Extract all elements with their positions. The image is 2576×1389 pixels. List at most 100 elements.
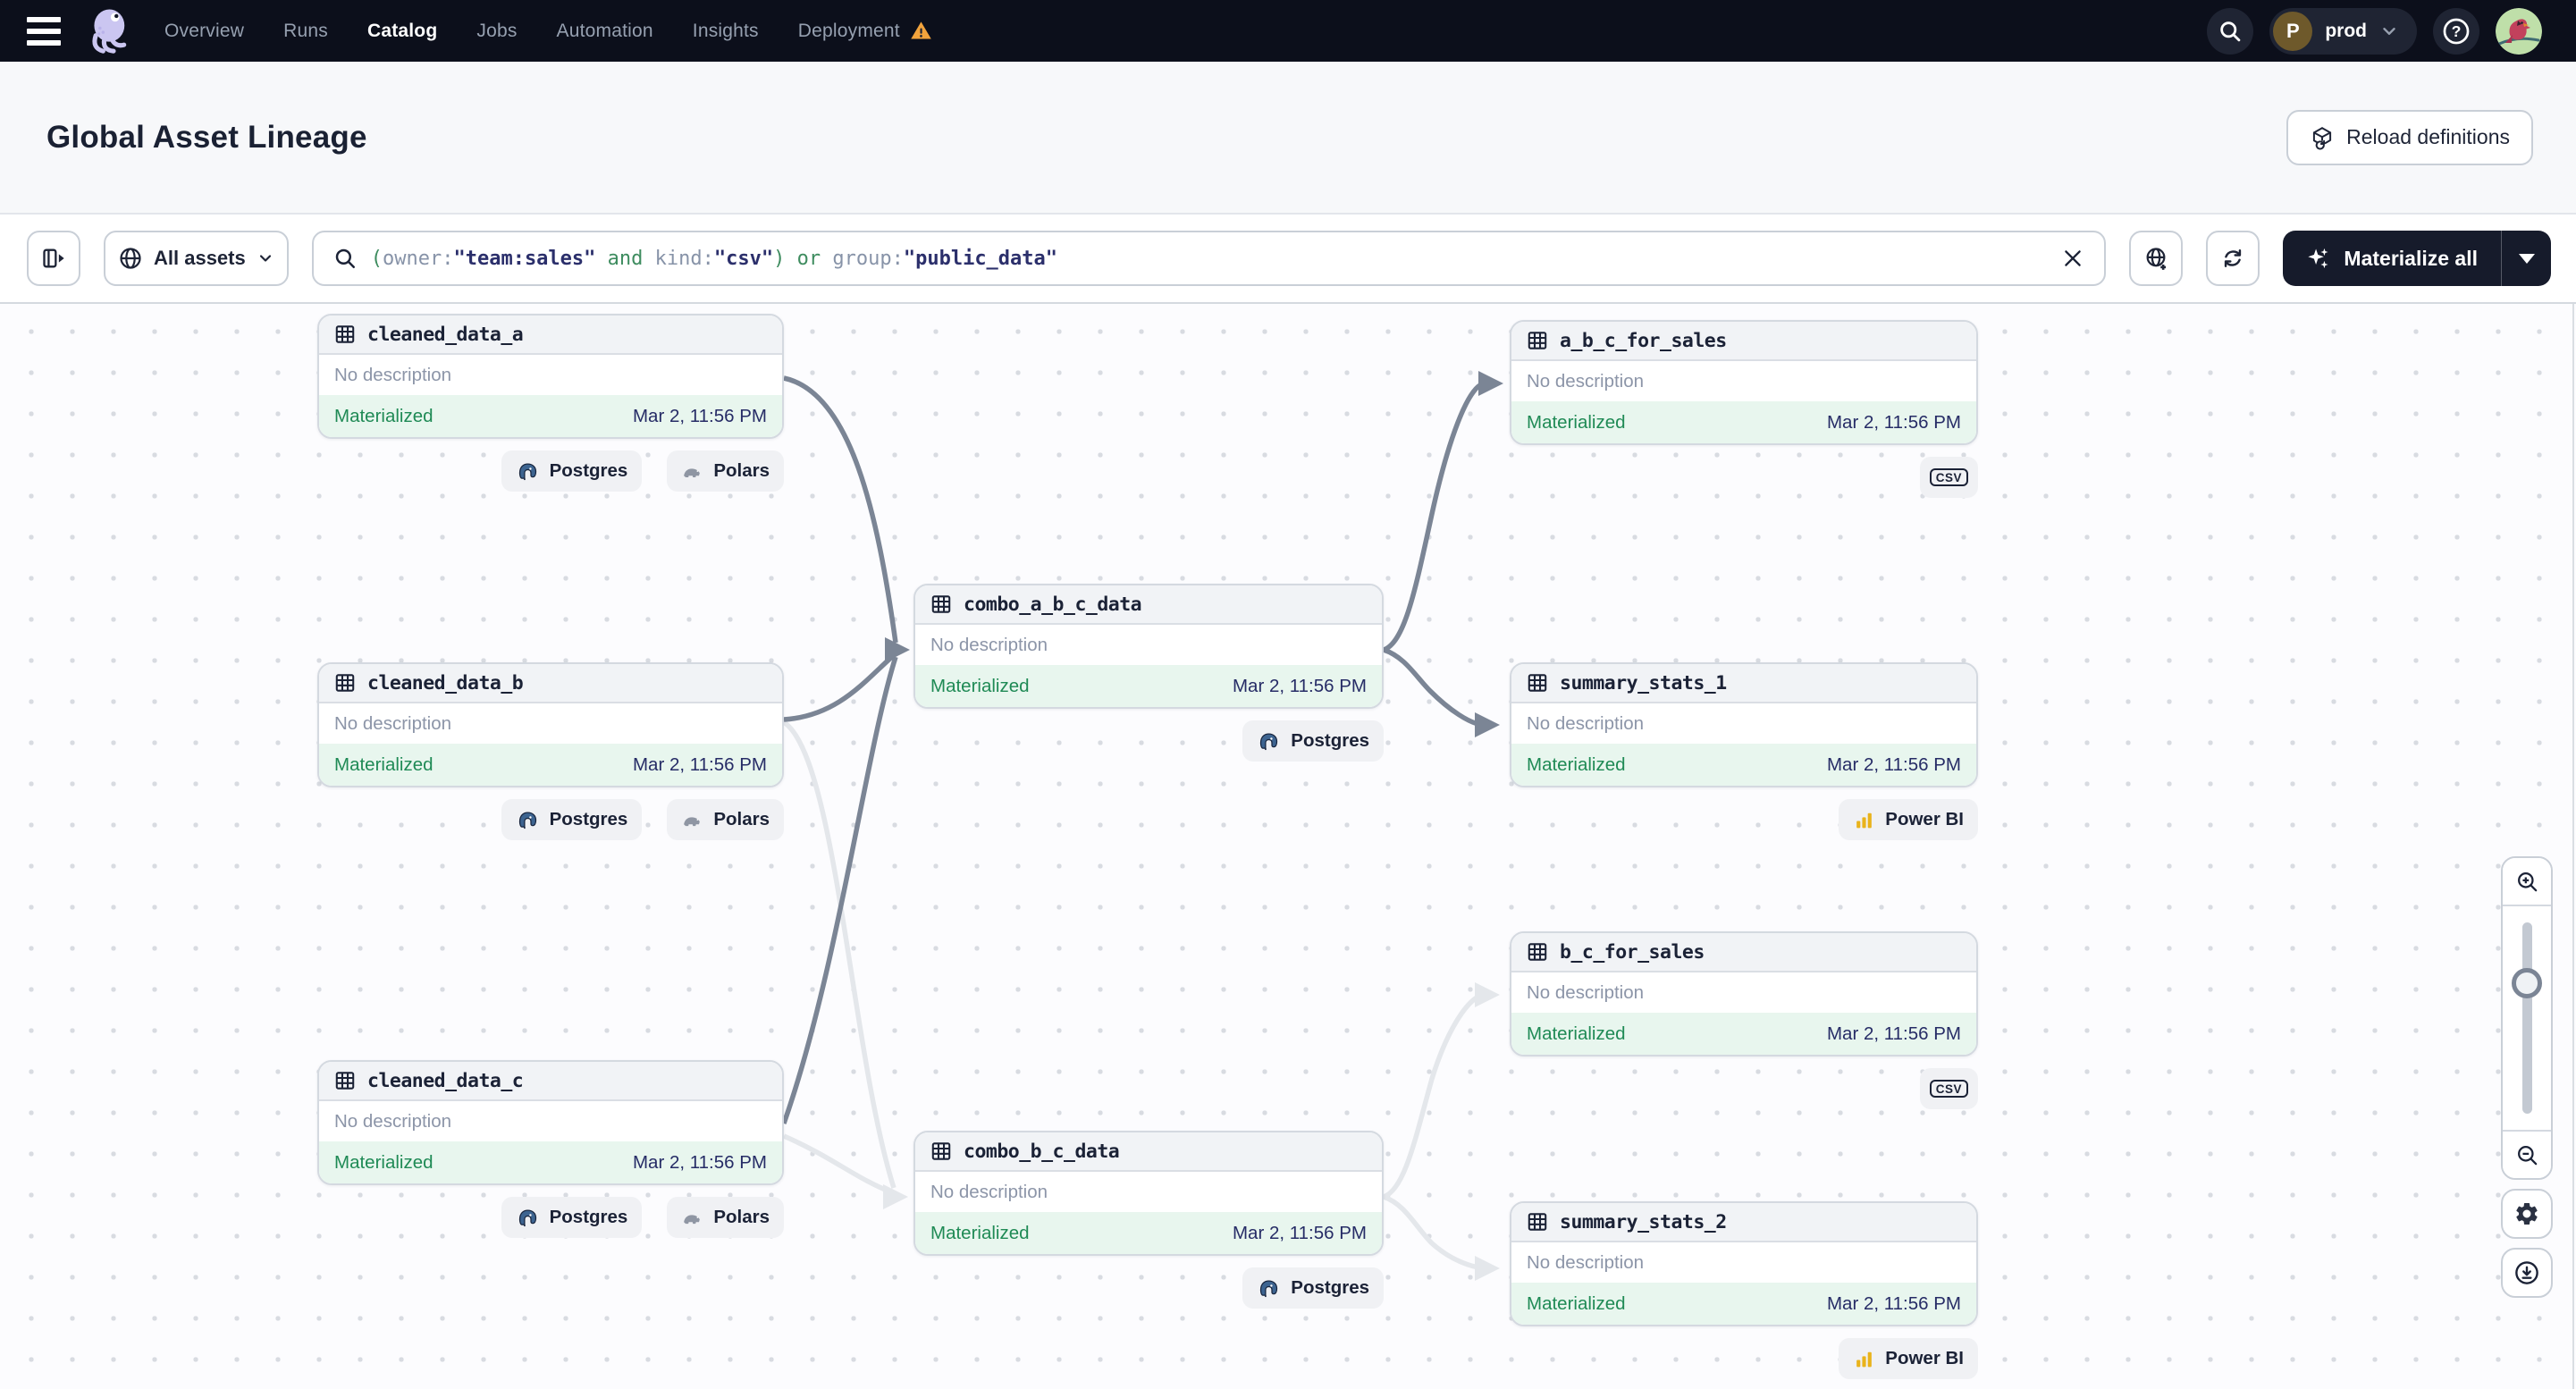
asset-name: cleaned_data_c	[367, 1069, 524, 1092]
warning-icon	[911, 21, 931, 39]
nav-item-jobs[interactable]: Jobs	[476, 21, 517, 42]
tag-polars[interactable]: Polars	[667, 1197, 784, 1238]
zoom-slider[interactable]	[2503, 906, 2551, 1130]
page-header: Global Asset Lineage Reload definitions	[0, 62, 2576, 215]
table-icon	[335, 674, 355, 692]
nav-item-runs[interactable]: Runs	[283, 21, 328, 42]
tag-postgres[interactable]: Postgres	[1242, 1267, 1384, 1309]
reload-definitions-button[interactable]: Reload definitions	[2286, 109, 2533, 165]
asset-timestamp[interactable]: Mar 2, 11:56 PM	[633, 754, 767, 776]
sidebar-toggle-button[interactable]	[27, 231, 80, 286]
tag-postgres[interactable]: Postgres	[501, 799, 643, 840]
download-icon	[2515, 1261, 2538, 1284]
tag-postgres[interactable]: Postgres	[501, 450, 643, 492]
asset-name: summary_stats_1	[1560, 671, 1727, 694]
csv-badge: CSV	[1929, 1079, 1968, 1099]
nav-item-catalog[interactable]: Catalog	[367, 21, 437, 42]
search-button[interactable]	[2207, 7, 2254, 55]
asset-status-row: Materialized Mar 2, 11:56 PM	[1511, 744, 1976, 786]
search-icon	[335, 248, 355, 268]
search-query-text: (owner:"team:sales" and kind:"csv") or g…	[370, 247, 1058, 270]
tag-csv[interactable]: CSV	[1919, 457, 1978, 498]
zoom-slider-thumb[interactable]	[2512, 968, 2542, 998]
asset-name: a_b_c_for_sales	[1560, 329, 1727, 352]
asset-scope-dropdown[interactable]: All assets	[104, 231, 289, 286]
arrowhead-combo_b_c_data	[883, 1184, 908, 1209]
asset-description: No description	[930, 1181, 1048, 1202]
tag-polars[interactable]: Polars	[667, 450, 784, 492]
refresh-button[interactable]	[2206, 231, 2260, 286]
nav-item-overview[interactable]: Overview	[164, 21, 244, 42]
caret-down-icon	[2518, 253, 2535, 264]
asset-search-input[interactable]: (owner:"team:sales" and kind:"csv") or g…	[311, 231, 2107, 286]
asset-timestamp[interactable]: Mar 2, 11:56 PM	[1233, 676, 1367, 697]
user-avatar[interactable]	[2496, 7, 2542, 55]
csv-badge: CSV	[1929, 467, 1968, 487]
polars-icon	[684, 816, 701, 826]
asset-node-cleaned_data_b[interactable]: cleaned_data_b No description Materializ…	[317, 662, 784, 787]
dagster-logo[interactable]	[82, 6, 132, 56]
nav-right: P prod ?	[2207, 7, 2542, 55]
tag-row-cleaned_data_b: Postgres Polars	[317, 799, 784, 840]
asset-timestamp[interactable]: Mar 2, 11:56 PM	[633, 1152, 767, 1174]
powerbi-icon	[1856, 1351, 1873, 1367]
asset-status: Materialized	[334, 405, 434, 426]
materialize-options-button[interactable]	[2501, 231, 2551, 286]
arrowhead-summary_stats_2	[1475, 1256, 1500, 1281]
nav-item-insights[interactable]: Insights	[693, 21, 759, 42]
asset-node-header: b_c_for_sales	[1511, 933, 1976, 972]
asset-node-cleaned_data_a[interactable]: cleaned_data_a No description Materializ…	[317, 314, 784, 439]
asset-name: b_c_for_sales	[1560, 940, 1705, 964]
svg-text:?: ?	[2452, 22, 2462, 40]
chevron-down-icon	[259, 255, 271, 262]
asset-timestamp[interactable]: Mar 2, 11:56 PM	[1233, 1223, 1367, 1244]
lineage-scope-button[interactable]	[2129, 231, 2184, 286]
search-icon	[2220, 21, 2241, 41]
tag-postgres[interactable]: Postgres	[1242, 720, 1384, 762]
asset-timestamp[interactable]: Mar 2, 11:56 PM	[1827, 412, 1961, 434]
workspace-avatar: P	[2273, 11, 2313, 51]
download-button[interactable]	[2501, 1248, 2553, 1298]
tag-csv[interactable]: CSV	[1919, 1068, 1978, 1109]
asset-timestamp[interactable]: Mar 2, 11:56 PM	[1827, 754, 1961, 776]
sparkles-icon	[2308, 248, 2328, 269]
asset-node-summary_stats_2[interactable]: summary_stats_2 No description Materiali…	[1510, 1201, 1978, 1326]
asset-timestamp[interactable]: Mar 2, 11:56 PM	[633, 406, 767, 427]
zoom-in-button[interactable]	[2503, 858, 2551, 906]
arrowhead-b_c_for_sales	[1475, 982, 1500, 1007]
settings-button[interactable]	[2501, 1189, 2553, 1239]
asset-node-header: combo_b_c_data	[915, 1132, 1382, 1172]
asset-node-a_b_c_for_sales[interactable]: a_b_c_for_sales No description Materiali…	[1510, 320, 1978, 445]
asset-description: No description	[1527, 1251, 1645, 1273]
workspace-switcher[interactable]: P prod	[2269, 7, 2417, 55]
asset-node-summary_stats_1[interactable]: summary_stats_1 No description Materiali…	[1510, 662, 1978, 787]
asset-timestamp[interactable]: Mar 2, 11:56 PM	[1827, 1023, 1961, 1045]
asset-node-b_c_for_sales[interactable]: b_c_for_sales No description Materialize…	[1510, 931, 1978, 1056]
asset-status-row: Materialized Mar 2, 11:56 PM	[319, 1141, 782, 1183]
tag-polars[interactable]: Polars	[667, 799, 784, 840]
zoom-in-icon	[2517, 871, 2537, 891]
nav-item-deployment[interactable]: Deployment	[798, 19, 933, 43]
asset-node-combo_a_b_c_data[interactable]: combo_a_b_c_data No description Material…	[913, 584, 1384, 709]
tag-label: Postgres	[1291, 730, 1369, 751]
asset-status: Materialized	[1527, 1292, 1626, 1314]
asset-status-row: Materialized Mar 2, 11:56 PM	[1511, 401, 1976, 443]
tag-row-summary_stats_1: Power BI	[1510, 799, 1978, 840]
materialize-all-button[interactable]: Materialize all	[2283, 231, 2501, 286]
tag-powerbi[interactable]: Power BI	[1839, 799, 1978, 840]
tag-postgres[interactable]: Postgres	[501, 1197, 643, 1238]
lineage-canvas[interactable]: cleaned_data_a No description Materializ…	[0, 304, 2576, 1389]
zoom-out-button[interactable]	[2503, 1130, 2551, 1178]
tag-label: Polars	[713, 1207, 770, 1227]
asset-node-combo_b_c_data[interactable]: combo_b_c_data No description Materializ…	[913, 1131, 1384, 1256]
help-button[interactable]: ?	[2433, 7, 2479, 55]
tag-row-a_b_c_for_sales: CSV	[1510, 457, 1978, 498]
clear-search-icon[interactable]	[2061, 247, 2084, 270]
edge-cleaned_data_a-combo_a_b_c_data	[783, 375, 898, 644]
gear-icon	[2516, 1203, 2538, 1225]
asset-node-cleaned_data_c[interactable]: cleaned_data_c No description Materializ…	[317, 1060, 784, 1185]
tag-powerbi[interactable]: Power BI	[1839, 1338, 1978, 1379]
menu-hamburger-icon[interactable]	[27, 13, 63, 49]
nav-item-automation[interactable]: Automation	[557, 21, 653, 42]
asset-timestamp[interactable]: Mar 2, 11:56 PM	[1827, 1293, 1961, 1315]
